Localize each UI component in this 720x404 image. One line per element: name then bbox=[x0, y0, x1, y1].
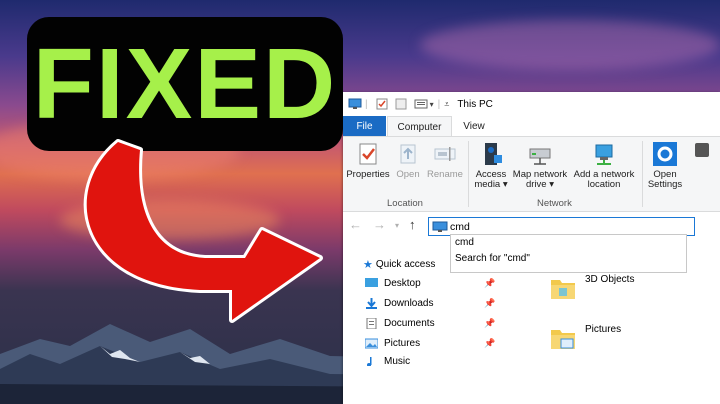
red-arrow bbox=[83, 139, 323, 323]
